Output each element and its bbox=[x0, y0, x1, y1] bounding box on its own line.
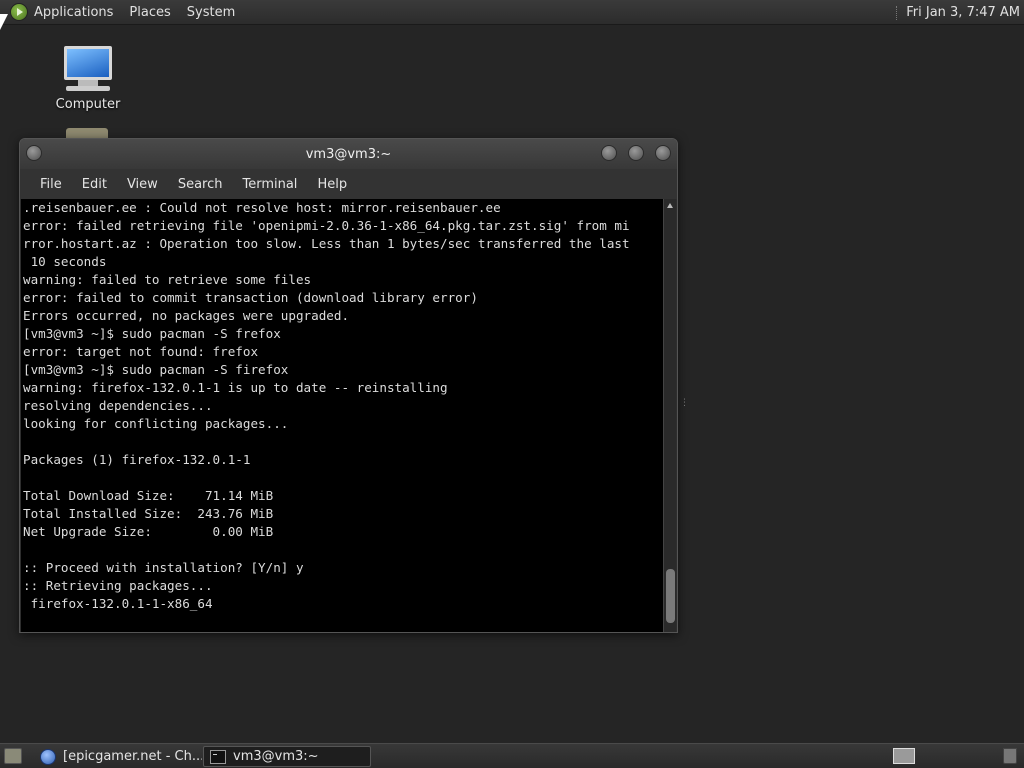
close-button[interactable] bbox=[655, 145, 671, 161]
terminal-line: :: Retrieving packages... bbox=[23, 578, 213, 593]
trash-icon[interactable] bbox=[1003, 748, 1017, 764]
window-titlebar[interactable]: vm3@vm3:~ bbox=[20, 139, 677, 169]
distro-logo-icon[interactable] bbox=[10, 3, 28, 21]
applications-menu[interactable]: Applications bbox=[34, 5, 113, 20]
places-menu[interactable]: Places bbox=[129, 5, 170, 20]
terminal-line: [vm3@vm3 ~]$ sudo pacman -S frefox bbox=[23, 326, 281, 341]
menu-search[interactable]: Search bbox=[168, 177, 233, 192]
desktop-icon-label: Computer bbox=[55, 97, 121, 112]
menu-file[interactable]: File bbox=[30, 177, 72, 192]
terminal-line: 10 seconds bbox=[23, 254, 107, 269]
terminal-line: Packages (1) firefox-132.0.1-1 bbox=[23, 452, 251, 467]
terminal-line: :: Proceed with installation? [Y/n] y bbox=[23, 560, 304, 575]
terminal-icon bbox=[210, 749, 226, 764]
scroll-up-arrow-icon[interactable] bbox=[667, 203, 673, 208]
terminal-line: error: failed to commit transaction (dow… bbox=[23, 290, 478, 305]
show-desktop-icon[interactable] bbox=[4, 748, 22, 764]
monitor-base bbox=[66, 86, 110, 91]
terminal-line: error: failed retrieving file 'openipmi-… bbox=[23, 218, 630, 233]
system-menu[interactable]: System bbox=[187, 5, 235, 20]
clock[interactable]: Fri Jan 3, 7:47 AM bbox=[906, 5, 1020, 20]
menu-edit[interactable]: Edit bbox=[72, 177, 117, 192]
maximize-button[interactable] bbox=[628, 145, 644, 161]
terminal-scrollbar[interactable] bbox=[663, 199, 676, 632]
taskbar-item-browser[interactable]: [epicgamer.net - Ch... bbox=[34, 746, 202, 767]
terminal-line: Net Upgrade Size: 0.00 MiB bbox=[23, 524, 274, 539]
terminal-line: rror.hostart.az : Operation too slow. Le… bbox=[23, 236, 630, 251]
panel-separator bbox=[896, 5, 898, 20]
bottom-panel: [epicgamer.net - Ch... vm3@vm3:~ bbox=[0, 743, 1024, 768]
window-menu-icon[interactable] bbox=[26, 145, 42, 161]
taskbar-item-label: vm3@vm3:~ bbox=[233, 749, 319, 764]
top-panel: Applications Places System Fri Jan 3, 7:… bbox=[0, 0, 1024, 25]
terminal-line: warning: failed to retrieve some files bbox=[23, 272, 312, 287]
taskbar-item-terminal[interactable]: vm3@vm3:~ bbox=[203, 746, 371, 767]
terminal-menubar: File Edit View Search Terminal Help bbox=[20, 169, 677, 199]
terminal-line: warning: firefox-132.0.1-1 is up to date… bbox=[23, 380, 448, 395]
terminal-line: Total Installed Size: 243.76 MiB bbox=[23, 506, 274, 521]
workspace-switcher[interactable] bbox=[893, 748, 915, 764]
menu-help[interactable]: Help bbox=[307, 177, 357, 192]
menu-view[interactable]: View bbox=[117, 177, 168, 192]
terminal-window: vm3@vm3:~ File Edit View Search Terminal… bbox=[19, 138, 678, 633]
terminal-line: looking for conflicting packages... bbox=[23, 416, 289, 431]
terminal-line: [vm3@vm3 ~]$ sudo pacman -S firefox bbox=[23, 362, 289, 377]
terminal-line: resolving dependencies... bbox=[23, 398, 213, 413]
terminal-line: firefox-132.0.1-1-x86_64 bbox=[23, 596, 213, 611]
scrollbar-thumb[interactable] bbox=[666, 569, 675, 623]
resize-grip-icon: ⋮ bbox=[680, 398, 689, 408]
browser-icon bbox=[40, 748, 56, 765]
minimize-button[interactable] bbox=[601, 145, 617, 161]
mouse-pointer-icon bbox=[0, 14, 8, 30]
terminal-line: .reisenbauer.ee : Could not resolve host… bbox=[23, 200, 501, 215]
terminal-line: error: target not found: frefox bbox=[23, 344, 259, 359]
desktop-computer-icon[interactable]: Computer bbox=[48, 46, 128, 112]
window-title: vm3@vm3:~ bbox=[305, 146, 392, 162]
terminal-line: Errors occurred, no packages were upgrad… bbox=[23, 308, 350, 323]
computer-icon bbox=[64, 46, 112, 80]
terminal-output[interactable]: .reisenbauer.ee : Could not resolve host… bbox=[21, 199, 664, 632]
clock-area: Fri Jan 3, 7:47 AM bbox=[896, 0, 1020, 25]
terminal-line: Total Download Size: 71.14 MiB bbox=[23, 488, 274, 503]
taskbar-item-label: [epicgamer.net - Ch... bbox=[63, 749, 202, 764]
menu-terminal[interactable]: Terminal bbox=[232, 177, 307, 192]
